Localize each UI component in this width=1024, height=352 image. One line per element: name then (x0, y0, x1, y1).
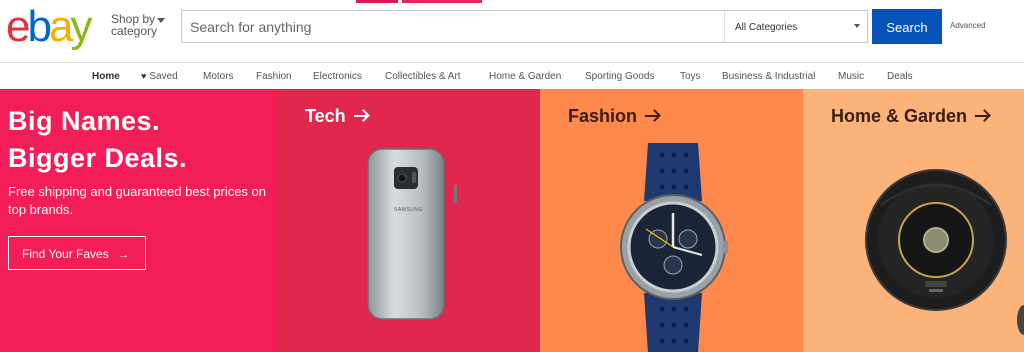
nav-item-fashion[interactable]: Fashion (256, 71, 292, 82)
arrow-right-icon: → (118, 249, 130, 261)
logo-letter-y: y (70, 2, 92, 51)
phone-brand-label: SAMSUNG (394, 207, 423, 213)
hero-banner: Big Names. Bigger Deals. Free shipping a… (0, 89, 1024, 352)
nav-item-music[interactable]: Music (838, 71, 864, 82)
home-garden-panel[interactable]: Home & Garden (803, 89, 1024, 352)
advanced-search-link[interactable]: Advanced (950, 21, 986, 30)
category-select[interactable]: All Categories (724, 11, 868, 42)
nav-item-saved-label: Saved (149, 71, 178, 82)
wristwatch-image (620, 143, 728, 352)
nav-item-sporting-goods[interactable]: Sporting Goods (585, 71, 655, 82)
tech-panel-title[interactable]: Tech (305, 105, 368, 127)
tech-panel-label: Tech (305, 106, 346, 126)
fashion-panel-title[interactable]: Fashion (568, 105, 659, 127)
home-garden-panel-label: Home & Garden (831, 106, 968, 126)
hero-headline: Big Names. Bigger Deals. (8, 103, 187, 177)
caret-down-icon (157, 18, 165, 23)
top-strip-segment (356, 0, 398, 3)
shop-by-category-button[interactable]: Shop by category (111, 13, 165, 38)
nav-item-deals[interactable]: Deals (887, 71, 913, 82)
nav-item-electronics[interactable]: Electronics (313, 71, 362, 82)
tech-panel[interactable]: Tech SAMSUNG (278, 89, 540, 352)
category-nav: Home ♥ Saved Motors Fashion Electronics C… (0, 63, 1024, 88)
nav-item-collectibles[interactable]: Collectibles & Art (385, 71, 461, 82)
robot-vacuum-image (865, 169, 1007, 311)
hero-subtext: Free shipping and guaranteed best prices… (8, 184, 267, 217)
shop-by-line2: category (111, 24, 158, 38)
nav-item-motors[interactable]: Motors (203, 71, 234, 82)
arrow-right-icon (975, 109, 989, 123)
search-bar: All Categories (181, 10, 868, 43)
caret-down-icon (854, 24, 860, 28)
top-strip-segment (402, 0, 482, 3)
arrow-right-icon (645, 109, 659, 123)
logo-letter-b: b (27, 2, 52, 51)
nav-item-saved[interactable]: ♥ Saved (141, 71, 178, 82)
fashion-panel[interactable]: Fashion (540, 89, 803, 352)
find-your-faves-label: Find Your Faves (22, 247, 109, 261)
nav-item-home-garden[interactable]: Home & Garden (489, 71, 561, 82)
search-input[interactable] (190, 11, 720, 42)
logo-letter-e: e (6, 2, 31, 51)
logo-letter-a: a (48, 2, 74, 51)
header: ebay Shop by category All Categories Sea… (0, 4, 1024, 62)
nav-item-business-industrial[interactable]: Business & Industrial (722, 71, 815, 82)
home-garden-panel-title[interactable]: Home & Garden (831, 105, 989, 127)
hero-headline-line1: Big Names. (8, 106, 161, 136)
nav-item-home[interactable]: Home (92, 71, 120, 82)
search-button[interactable]: Search (872, 9, 942, 44)
arrow-right-icon (353, 109, 368, 123)
category-select-value: All Categories (735, 22, 798, 33)
carousel-next-button[interactable] (1017, 305, 1024, 335)
find-your-faves-button[interactable]: Find Your Faves → (8, 236, 146, 270)
fashion-panel-label: Fashion (568, 106, 638, 126)
hero-intro-panel: Big Names. Bigger Deals. Free shipping a… (0, 89, 278, 352)
nav-item-toys[interactable]: Toys (680, 71, 701, 82)
smartphone-image (367, 148, 457, 320)
hero-headline-line2: Bigger Deals. (8, 143, 188, 173)
heart-icon: ♥ (141, 71, 147, 81)
ebay-logo[interactable]: ebay (6, 2, 92, 51)
